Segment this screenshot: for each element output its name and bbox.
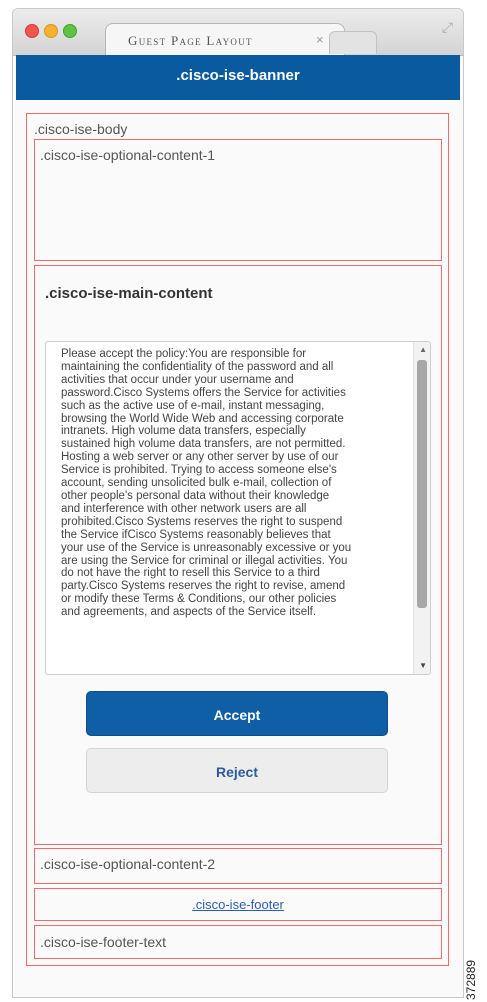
scroll-down-icon[interactable]: ▼ [419, 661, 427, 670]
tab-close-icon[interactable]: × [316, 32, 324, 47]
policy-line: do not have the right to resell this Ser… [61, 567, 320, 580]
title-bar: Guest Page Layout × ⤢ [13, 9, 463, 57]
policy-line: Service is prohibited. Trying to access … [61, 464, 337, 477]
policy-textarea[interactable]: Please accept the policy:You are respons… [45, 341, 431, 675]
policy-line: account, sending unsolicited bulk e-mail… [61, 477, 332, 490]
policy-line: sustained high volume data transfers, ar… [61, 438, 346, 451]
policy-line: maintaining the confidentiality of the p… [61, 360, 334, 373]
tab-title: Guest Page Layout [128, 33, 253, 48]
figure-id: 372889 [464, 959, 478, 1000]
policy-line: and interference with other network user… [61, 502, 307, 515]
policy-line: and agreements, and aspects of the Servi… [61, 606, 317, 619]
scroll-thumb[interactable] [417, 360, 427, 608]
policy-text: Please accept the policy:You are respons… [61, 348, 411, 619]
policy-line: activities that occur under your usernam… [61, 373, 294, 386]
policy-line: prohibited.Cisco Systems reserves the ri… [61, 515, 343, 528]
policy-line: party.Cisco Systems reserves the right t… [61, 580, 346, 593]
expand-icon[interactable]: ⤢ [442, 19, 453, 36]
close-window-icon[interactable] [25, 24, 39, 38]
accept-button[interactable]: Accept [86, 691, 388, 736]
policy-line: Please accept the policy:You are respons… [61, 348, 307, 360]
policy-line: other people's personal data without the… [61, 489, 330, 502]
body-label: .cisco-ise-body [34, 121, 128, 137]
optional-content-2-label: .cisco-ise-optional-content-2 [40, 856, 216, 872]
policy-line: the Service ifCisco Systems reasonably b… [61, 528, 331, 541]
policy-line: are using the Service for criminal or il… [61, 554, 348, 567]
minimize-window-icon[interactable] [44, 24, 58, 38]
new-tab-button[interactable] [329, 31, 377, 54]
footer-link[interactable]: .cisco-ise-footer [35, 897, 441, 912]
policy-line: your use of the Service is unreasonably … [61, 541, 352, 554]
footer-text-label: .cisco-ise-footer-text [40, 934, 167, 950]
policy-scrollbar[interactable]: ▲ ▼ [413, 342, 430, 674]
policy-line: browsing the World Wide Web and accessin… [61, 412, 344, 425]
reject-button[interactable]: Reject [86, 748, 388, 793]
policy-line: such as the active use of e-mail, instan… [61, 399, 325, 412]
banner: .cisco-ise-banner [16, 55, 460, 100]
policy-line: intranets. High volume data transfers, e… [61, 425, 306, 438]
tab-guest-page-layout[interactable]: Guest Page Layout × [105, 23, 345, 57]
zoom-window-icon[interactable] [63, 24, 77, 38]
main-content-label: .cisco-ise-main-content [45, 285, 213, 302]
policy-line: password.Cisco Systems offers the Servic… [61, 386, 346, 399]
policy-line: or modify these Terms & Conditions, our … [61, 593, 337, 606]
scroll-up-icon[interactable]: ▲ [419, 345, 427, 354]
policy-line: Hosting a web server or any other server… [61, 451, 339, 464]
banner-label: .cisco-ise-banner [176, 67, 300, 84]
optional-content-1-label: .cisco-ise-optional-content-1 [40, 147, 216, 163]
footer-region: .cisco-ise-footer [34, 888, 442, 921]
